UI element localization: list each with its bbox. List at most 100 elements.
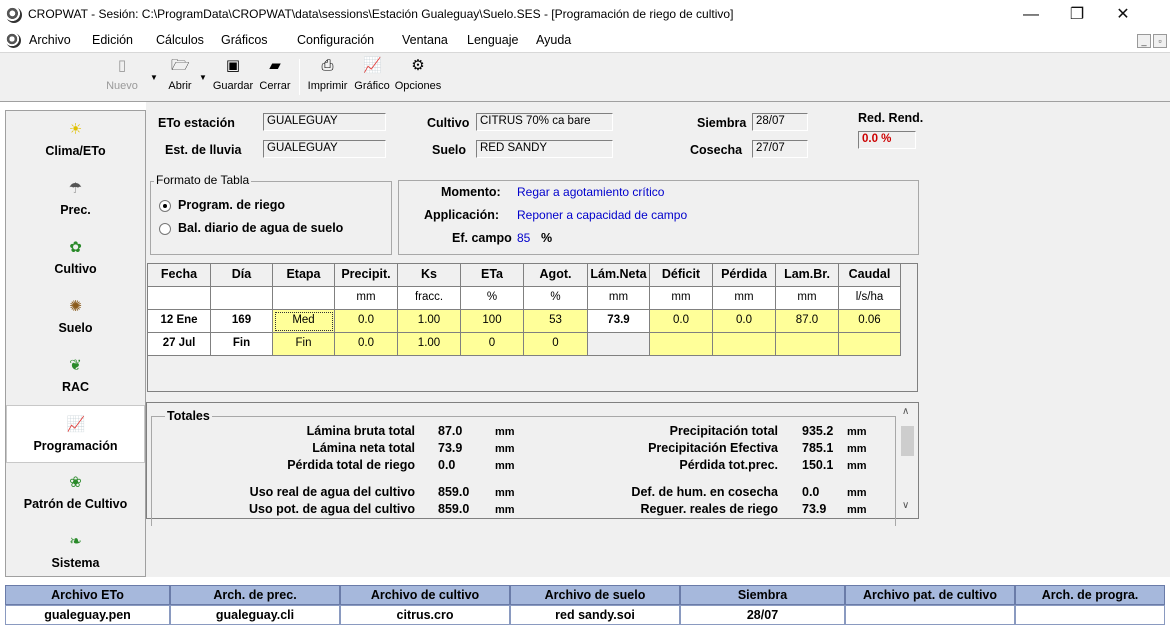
table-cell[interactable] (650, 333, 713, 356)
print-button[interactable]: ⎙ Imprimir (305, 55, 350, 99)
mdi-child-icon[interactable] (6, 33, 21, 48)
menu-ventana[interactable]: Ventana (402, 33, 448, 47)
table-cell[interactable]: 169 (211, 310, 273, 333)
menu-lenguaje[interactable]: Lenguaje (467, 33, 518, 47)
table-cell[interactable]: 100 (461, 310, 524, 333)
totals-scrollbar[interactable]: ∧ ∨ (898, 404, 917, 516)
table-cell[interactable]: 0.0 (713, 310, 776, 333)
total-unit: mm (847, 487, 867, 499)
table-cell[interactable]: 0.0 (335, 310, 398, 333)
nav-rac[interactable]: ❦ RAC (6, 347, 145, 405)
close-button[interactable]: ✕ (1100, 2, 1146, 28)
eto-station-field: GUALEGUAY (263, 113, 386, 131)
total-label: Uso pot. de agua del cultivo (249, 502, 415, 516)
crop-plant-icon: ✿ (69, 239, 82, 256)
options-button[interactable]: ⚙ Opciones (393, 55, 443, 99)
scroll-up-arrow-icon[interactable]: ∧ (902, 406, 909, 417)
yield-reduction-label: Red. Rend. (858, 111, 924, 125)
new-dropdown-arrow-icon[interactable]: ▼ (150, 73, 158, 82)
menu-ayuda[interactable]: Ayuda (536, 33, 571, 47)
radio-program-riego[interactable] (159, 200, 171, 212)
harvest-field: 27/07 (752, 140, 808, 158)
crop-field: CITRUS 70% ca bare (476, 113, 613, 131)
nav-programacion[interactable]: 📈 Programación (6, 405, 145, 463)
table-cell[interactable]: 27 Jul (148, 333, 211, 356)
mdi-minimize-button[interactable]: _ (1137, 34, 1151, 48)
table-cell[interactable] (839, 333, 901, 356)
unit-cell: % (461, 287, 524, 310)
table-cell[interactable] (713, 333, 776, 356)
status-header: Siembra (680, 585, 845, 605)
table-cell[interactable] (776, 333, 839, 356)
maximize-button[interactable]: ❐ (1054, 2, 1100, 28)
table-cell[interactable]: 0.0 (335, 333, 398, 356)
save-button[interactable]: ▣ Guardar (212, 55, 254, 99)
status-header: Archivo ETo (5, 585, 170, 605)
total-label: Pérdida tot.prec. (679, 458, 778, 472)
table-cell[interactable]: 0 (461, 333, 524, 356)
printer-icon: ⎙ (321, 57, 334, 74)
scroll-down-arrow-icon[interactable]: ∨ (902, 500, 909, 511)
status-value: gualeguay.cli (170, 605, 340, 625)
table-cell[interactable]: Fin (273, 333, 335, 356)
nav-sistema[interactable]: ❧ Sistema (6, 523, 145, 581)
nav-clima-eto[interactable]: ☀ Clima/ETo (6, 111, 145, 169)
menu-calculos[interactable]: Cálculos (156, 33, 204, 47)
nav-patron-cultivo[interactable]: ❀ Patrón de Cultivo (6, 464, 145, 522)
table-cell[interactable]: 73.9 (588, 310, 650, 333)
scroll-thumb[interactable] (901, 426, 914, 456)
mdi-restore-button[interactable]: ▫ (1153, 34, 1167, 48)
status-header: Archivo de suelo (510, 585, 680, 605)
col-header-etapa: Etapa (273, 264, 335, 287)
table-format-legend: Formato de Tabla (154, 173, 252, 187)
open-button[interactable]: 🗁 Abrir (163, 55, 197, 99)
open-dropdown-arrow-icon[interactable]: ▼ (199, 73, 207, 82)
radio-balance-diario[interactable] (159, 223, 171, 235)
menu-archivo[interactable]: Archivo (29, 33, 71, 47)
nav-prec[interactable]: ☂ Prec. (6, 170, 145, 228)
menu-graficos[interactable]: Gráficos (221, 33, 268, 47)
minimize-button[interactable]: — (1008, 2, 1054, 28)
field-efficiency-value[interactable]: 85 (517, 231, 530, 245)
radio-balance-diario-label[interactable]: Bal. diario de agua de suelo (178, 221, 343, 235)
application-value[interactable]: Reponer a capacidad de campo (517, 208, 687, 222)
planting-field: 28/07 (752, 113, 808, 131)
col-header-fecha: Fecha (148, 264, 211, 287)
total-unit: mm (495, 460, 515, 472)
timing-value[interactable]: Regar a agotamiento crítico (517, 185, 664, 199)
total-unit: mm (495, 426, 515, 438)
nav-suelo[interactable]: ✺ Suelo (6, 288, 145, 346)
col-header-deficit: Déficit (650, 264, 713, 287)
table-cell[interactable]: 87.0 (776, 310, 839, 333)
chart-button[interactable]: 📈 Gráfico (352, 55, 392, 99)
total-value: 73.9 (802, 502, 827, 516)
table-cell[interactable]: 1.00 (398, 310, 461, 333)
eto-station-label: ETo estación (158, 116, 235, 130)
table-cell[interactable]: Fin (211, 333, 273, 356)
table-cell[interactable]: 0 (524, 333, 588, 356)
table-cell[interactable]: 0.06 (839, 310, 901, 333)
table-cell[interactable]: 1.00 (398, 333, 461, 356)
status-value: citrus.cro (340, 605, 510, 625)
new-button[interactable]: ▯ Nuevo (103, 55, 141, 99)
crop-pattern-icon: ❀ (69, 474, 82, 491)
new-document-icon: ▯ (117, 57, 127, 74)
total-label: Pérdida total de riego (287, 458, 415, 472)
total-label: Uso real de agua del cultivo (249, 485, 415, 499)
total-value: 87.0 (438, 424, 463, 438)
col-header-agot: Agot. (524, 264, 588, 287)
table-cell[interactable]: 53 (524, 310, 588, 333)
menu-edicion[interactable]: Edición (92, 33, 133, 47)
nav-cultivo[interactable]: ✿ Cultivo (6, 229, 145, 287)
radio-program-riego-label[interactable]: Program. de riego (178, 198, 285, 212)
table-cell[interactable]: 12 Ene (148, 310, 211, 333)
table-cell[interactable] (588, 333, 650, 356)
cropwat-app-icon[interactable] (6, 7, 22, 23)
table-cell[interactable]: Med (273, 310, 335, 333)
menu-configuracion[interactable]: Configuración (297, 33, 374, 47)
unit-cell (211, 287, 273, 310)
close-file-button[interactable]: ▰ Cerrar (256, 55, 294, 99)
table-cell[interactable]: 0.0 (650, 310, 713, 333)
rain-station-field: GUALEGUAY (263, 140, 386, 158)
field-efficiency-unit: % (541, 231, 553, 245)
